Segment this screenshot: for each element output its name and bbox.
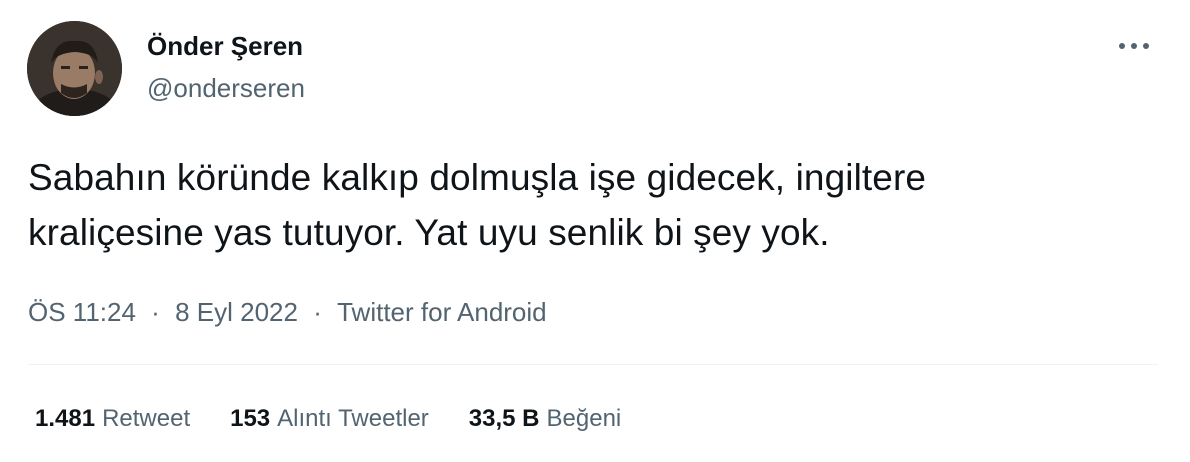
quotes-stat[interactable]: 153 Alıntı Tweetler — [230, 402, 429, 436]
likes-count: 33,5 B — [468, 405, 540, 432]
divider — [28, 364, 1158, 365]
user-display-name[interactable]: Önder Şeren — [147, 28, 303, 64]
more-horizontal-icon — [1119, 43, 1149, 49]
tweet-meta: ÖS 11:24 · 8 Eyl 2022 · Twitter for Andr… — [28, 294, 547, 330]
retweets-stat[interactable]: 1.481 Retweet — [35, 402, 190, 436]
more-options-button[interactable] — [1110, 28, 1158, 64]
tweet-card: Önder Şeren @onderseren Sabahın köründe … — [0, 0, 1190, 462]
quotes-label: Alıntı Tweetler — [277, 405, 429, 432]
meta-separator: · — [313, 297, 322, 327]
tweet-stats: 1.481 Retweet 153 Alıntı Tweetler 33,5 B… — [35, 402, 661, 436]
user-handle[interactable]: @onderseren — [147, 70, 305, 106]
tweet-text: Sabahın köründe kalkıp dolmuşla işe gide… — [28, 150, 1148, 260]
quotes-count: 153 — [230, 405, 271, 432]
likes-label: Beğeni — [546, 405, 622, 432]
tweet-time[interactable]: ÖS 11:24 — [28, 294, 136, 330]
avatar[interactable] — [27, 21, 122, 116]
meta-separator: · — [151, 297, 160, 327]
tweet-text-line: Sabahın köründe kalkıp dolmuşla işe gide… — [28, 157, 927, 198]
tweet-text-line: kraliçesine yas tutuyor. Yat uyu senlik … — [28, 212, 830, 253]
tweet-date[interactable]: 8 Eyl 2022 — [175, 294, 298, 330]
retweets-label: Retweet — [102, 405, 191, 432]
likes-stat[interactable]: 33,5 B Beğeni — [469, 402, 621, 436]
avatar-photo — [27, 21, 122, 116]
tweet-source[interactable]: Twitter for Android — [337, 294, 547, 330]
retweets-count: 1.481 — [35, 405, 96, 432]
